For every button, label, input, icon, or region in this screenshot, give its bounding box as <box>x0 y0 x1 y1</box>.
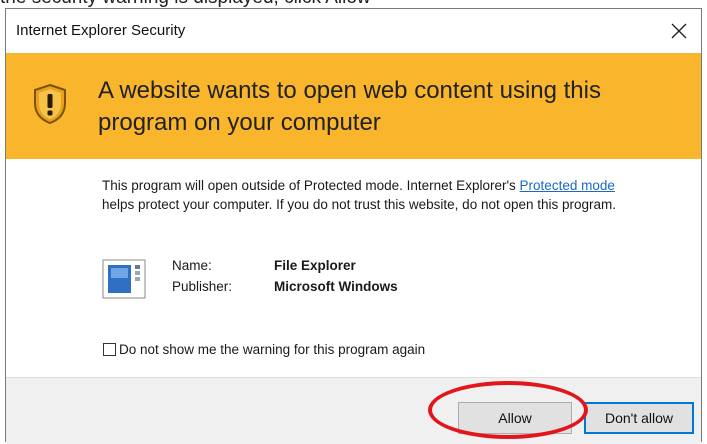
publisher-value: Microsoft Windows <box>274 279 398 294</box>
description-text-2: helps protect your computer. If you do n… <box>102 197 617 212</box>
security-dialog: Internet Explorer Security A website wan… <box>5 8 702 444</box>
dont-show-again-checkbox[interactable] <box>103 343 116 356</box>
publisher-label: Publisher: <box>172 279 233 294</box>
cropped-top-text: the security warning is displayed, click… <box>0 0 707 8</box>
program-details: Name: File Explorer Publisher: Microsoft W… <box>172 255 398 297</box>
warning-banner: A website wants to open web content usin… <box>6 53 701 159</box>
description-text-1: This program will open outside of Protec… <box>102 178 516 193</box>
cropped-text: the security warning is displayed, click… <box>0 0 371 8</box>
close-icon <box>671 23 687 39</box>
shield-warning-icon <box>34 83 66 125</box>
allow-button[interactable]: Allow <box>458 402 572 434</box>
publisher-row: Publisher: Microsoft Windows <box>172 276 398 297</box>
dont-show-again-label: Do not show me the warning for this prog… <box>119 342 426 357</box>
dialog-body: This program will open outside of Protec… <box>6 159 701 377</box>
program-icon <box>102 259 146 299</box>
name-value: File Explorer <box>274 258 356 273</box>
dont-allow-button[interactable]: Don't allow <box>584 402 694 434</box>
description: This program will open outside of Protec… <box>102 176 642 214</box>
name-row: Name: File Explorer <box>172 255 398 276</box>
protected-mode-link[interactable]: Protected mode <box>520 178 615 193</box>
banner-headline: A website wants to open web content usin… <box>98 77 601 136</box>
button-bar: Allow Don't allow <box>6 377 701 444</box>
title-bar: Internet Explorer Security <box>6 9 701 53</box>
close-button[interactable] <box>657 9 701 53</box>
window-title: Internet Explorer Security <box>16 22 186 39</box>
name-label: Name: <box>172 258 212 273</box>
